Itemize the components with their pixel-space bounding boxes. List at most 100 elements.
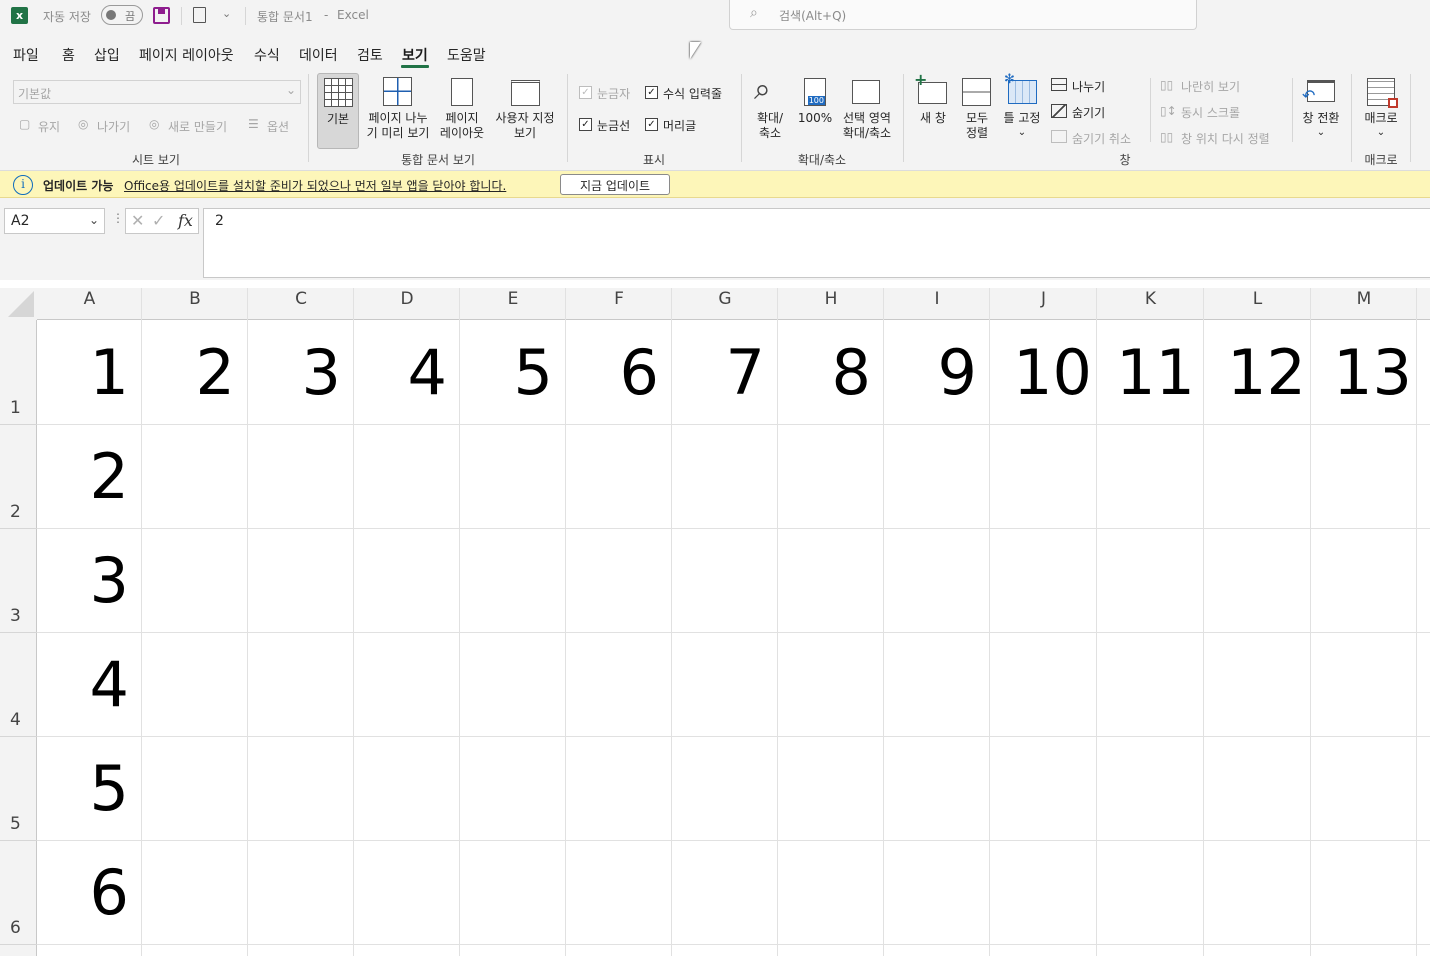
column-header-k[interactable]: K (1097, 288, 1204, 320)
page-layout-button[interactable]: 페이지 (436, 111, 488, 126)
column-header-j[interactable]: J (990, 288, 1097, 320)
cell-e1[interactable]: 5 (460, 342, 565, 404)
row-header-4[interactable]: 4 (0, 710, 37, 730)
insert-function-icon[interactable]: fx (178, 211, 193, 230)
sheet-view-new-button[interactable]: 새로 만들기 (168, 118, 227, 135)
formula-bar-checkbox[interactable]: ✓ (645, 86, 658, 99)
column-header-a[interactable]: A (37, 288, 142, 320)
custom-views-button[interactable]: 사용자 지정 (490, 111, 560, 126)
tab-help[interactable]: 도움말 (447, 45, 486, 65)
reset-window-position-button[interactable]: 창 위치 다시 정렬 (1181, 130, 1270, 147)
window-group-label: 창 (1119, 153, 1131, 167)
zoom-button-line2[interactable]: 축소 (748, 126, 792, 141)
print-preview-icon[interactable] (193, 7, 206, 23)
column-header-c[interactable]: C (248, 288, 354, 320)
tab-home[interactable]: 홈 (62, 45, 75, 65)
cell-a4[interactable]: 4 (37, 654, 141, 716)
row-header-6[interactable]: 6 (0, 918, 37, 938)
column-header-l[interactable]: L (1204, 288, 1311, 320)
cell-h1[interactable]: 8 (778, 342, 883, 404)
tab-formulas[interactable]: 수식 (254, 45, 280, 65)
hide-button[interactable]: 숨기기 (1072, 104, 1105, 121)
cell-f1[interactable]: 6 (566, 342, 671, 404)
autosave-toggle[interactable]: 끔 (101, 5, 143, 25)
cell-b1[interactable]: 2 (142, 342, 247, 404)
page-break-preview-button-line2[interactable]: 기 미리 보기 (362, 126, 434, 141)
tab-data[interactable]: 데이터 (299, 45, 338, 65)
cell-m1[interactable]: 13 (1311, 342, 1416, 404)
more-options-icon[interactable]: ⋮ (112, 211, 124, 225)
page-break-preview-button[interactable]: 페이지 나누 (362, 111, 434, 126)
enter-check-icon[interactable]: ✓ (152, 211, 165, 230)
view-side-by-side-button[interactable]: 나란히 보기 (1181, 78, 1240, 95)
cell-a1[interactable]: 1 (37, 342, 141, 404)
search-box[interactable]: ⌕ 검색(Alt+Q) (729, 0, 1197, 30)
sheet-view-dropdown[interactable]: 기본값 ⌄ (13, 80, 301, 104)
row-header-2[interactable]: 2 (0, 502, 37, 522)
column-header-f[interactable]: F (566, 288, 672, 320)
gridlines-checkbox[interactable]: ✓ (579, 118, 592, 131)
zoom-to-selection-button[interactable]: 선택 영역 (836, 111, 898, 126)
cell-i1[interactable]: 9 (884, 342, 989, 404)
synchronous-scrolling-button[interactable]: 동시 스크롤 (1181, 104, 1240, 121)
cell-a6[interactable]: 6 (37, 862, 141, 924)
sheet-view-options-button[interactable]: 옵션 (267, 118, 289, 135)
cell-g1[interactable]: 7 (672, 342, 777, 404)
formula-input[interactable]: 2 (203, 208, 1430, 278)
sheet-view-exit-button[interactable]: 나가기 (97, 118, 130, 135)
cell-j1[interactable]: 10 (990, 342, 1096, 404)
message-text-link[interactable]: Office용 업데이트를 설치할 준비가 되었으나 먼저 일부 앱을 닫아야 … (124, 177, 506, 194)
save-icon[interactable] (153, 7, 170, 24)
arrange-all-button[interactable]: 모두 (956, 111, 998, 126)
cell-l1[interactable]: 12 (1204, 342, 1310, 404)
cancel-icon[interactable]: ✕ (131, 211, 144, 230)
column-header-e[interactable]: E (460, 288, 566, 320)
switch-arrow-icon: ↶ (1302, 86, 1316, 105)
column-header-d[interactable]: D (354, 288, 460, 320)
column-header-g[interactable]: G (672, 288, 778, 320)
column-header-b[interactable]: B (142, 288, 248, 320)
macros-button[interactable]: 매크로 (1358, 111, 1404, 126)
freeze-panes-button[interactable]: 틀 고정 (1000, 111, 1044, 126)
sheet-view-keep-button[interactable]: 유지 (38, 118, 60, 135)
ruler-checkbox[interactable]: ✓ (579, 86, 592, 99)
cell-a2[interactable]: 2 (37, 446, 141, 508)
cell-c1[interactable]: 3 (248, 342, 353, 404)
row-header-3[interactable]: 3 (0, 606, 37, 626)
select-all-button[interactable] (0, 288, 37, 320)
name-box[interactable]: A2 ⌄ (4, 208, 105, 234)
new-window-button[interactable]: 새 창 (912, 111, 954, 126)
row-header-5[interactable]: 5 (0, 814, 37, 834)
unhide-button[interactable]: 숨기기 취소 (1072, 130, 1131, 147)
zoom-button[interactable]: 확대/ (748, 111, 792, 126)
tab-file[interactable]: 파일 (13, 45, 39, 65)
column-header-i[interactable]: I (884, 288, 990, 320)
headings-checkbox[interactable]: ✓ (645, 118, 658, 131)
tab-insert[interactable]: 삽입 (94, 45, 120, 65)
normal-view-button[interactable]: 기본 (317, 73, 359, 149)
cell-d1[interactable]: 4 (354, 342, 459, 404)
cell-a5[interactable]: 5 (37, 758, 141, 820)
cell-k1[interactable]: 11 (1097, 342, 1203, 404)
switch-windows-button[interactable]: 창 전환 (1298, 111, 1344, 126)
reset-position-icon: ▯▯ (1160, 130, 1174, 144)
row-header-1[interactable]: 1 (0, 398, 37, 418)
column-header-h[interactable]: H (778, 288, 884, 320)
tab-page-layout[interactable]: 페이지 레이아웃 (139, 45, 234, 65)
cell-a3[interactable]: 3 (37, 550, 141, 612)
tab-review[interactable]: 검토 (357, 45, 383, 65)
arrange-all-button-line2[interactable]: 정렬 (956, 126, 998, 141)
zoom-100-button[interactable]: 100% (796, 111, 834, 126)
update-now-button[interactable]: 지금 업데이트 (560, 174, 670, 195)
macros-chevron-icon[interactable]: ⌄ (1358, 125, 1404, 140)
split-button[interactable]: 나누기 (1072, 78, 1105, 95)
customize-qat-chevron-icon[interactable]: ⌄ (222, 7, 231, 20)
column-header-m[interactable]: M (1311, 288, 1417, 320)
name-box-chevron-icon[interactable]: ⌄ (89, 213, 99, 227)
custom-views-button-line2[interactable]: 보기 (490, 126, 560, 141)
zoom-to-selection-button-line2[interactable]: 확대/축소 (836, 126, 898, 141)
tab-view[interactable]: 보기 (402, 45, 428, 65)
page-layout-button-line2[interactable]: 레이아웃 (436, 126, 488, 141)
freeze-panes-chevron-icon[interactable]: ⌄ (1000, 125, 1044, 140)
switch-windows-chevron-icon[interactable]: ⌄ (1298, 125, 1344, 140)
